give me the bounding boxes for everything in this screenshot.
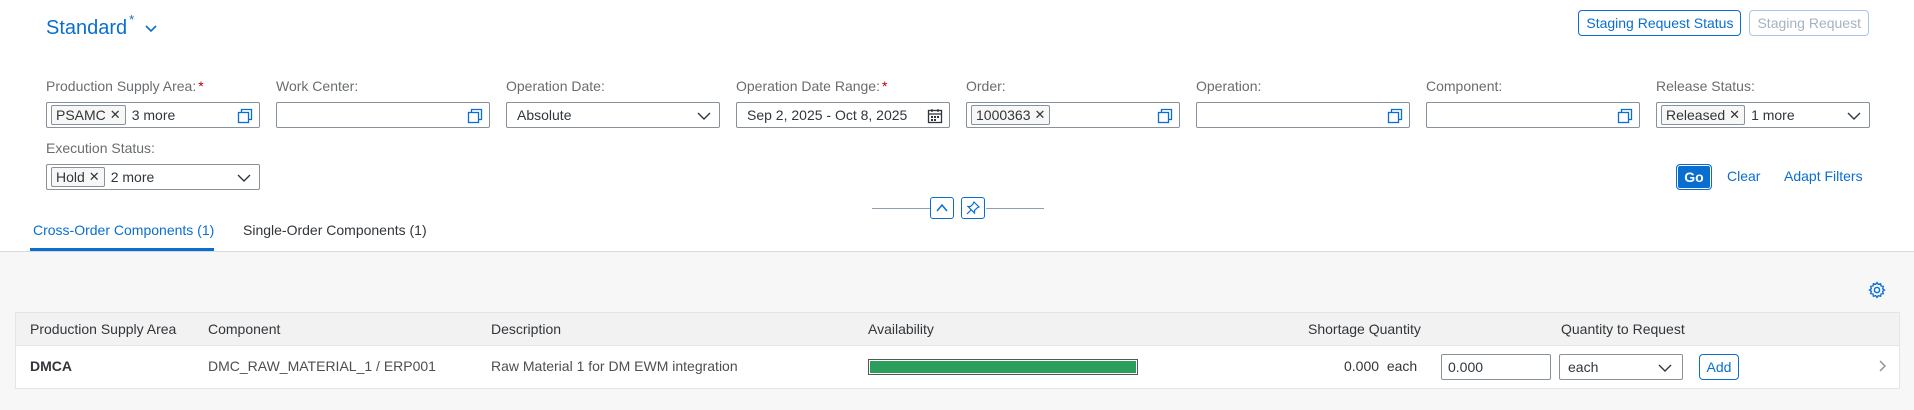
filter-label: Operation: xyxy=(1196,78,1262,94)
close-icon[interactable]: ✕ xyxy=(1035,107,1046,123)
column-header-psa: Production Supply Area xyxy=(30,321,177,337)
filter-label: Production Supply Area: * xyxy=(46,78,204,94)
value-help-icon[interactable] xyxy=(1617,108,1633,124)
value-help-icon[interactable] xyxy=(467,108,483,124)
variant-management[interactable]: Standard * xyxy=(46,12,158,42)
variant-dirty-marker: * xyxy=(129,12,135,27)
release-status-multi-combo[interactable]: Released ✕ 1 more xyxy=(1656,102,1870,128)
more-tokens[interactable]: 3 more xyxy=(132,107,176,123)
filter-component: Component: xyxy=(1426,76,1640,128)
filter-release-status: Release Status: Released ✕ 1 more xyxy=(1656,76,1870,128)
filter-label: Component: xyxy=(1426,78,1503,94)
filter-operation: Operation: xyxy=(1196,76,1410,128)
availability-bar xyxy=(868,359,1138,375)
header-divider-right xyxy=(986,208,1044,209)
filter-operation-date: Operation Date: Absolute xyxy=(506,76,720,128)
gear-icon[interactable] xyxy=(1868,281,1886,299)
operation-input[interactable] xyxy=(1196,102,1410,128)
calendar-icon[interactable] xyxy=(927,108,943,124)
operation-date-range-input[interactable]: Sep 2, 2025 - Oct 8, 2025 xyxy=(736,102,950,128)
add-button[interactable]: Add xyxy=(1699,354,1739,380)
cell-description: Raw Material 1 for DM EWM integration xyxy=(491,358,738,374)
staging-request-status-button[interactable]: Staging Request Status xyxy=(1578,10,1742,36)
filter-work-center: Work Center: xyxy=(276,76,490,128)
chevron-down-icon[interactable] xyxy=(1847,110,1861,122)
collapse-header-button[interactable] xyxy=(930,197,954,219)
column-header-description: Description xyxy=(491,321,562,337)
filter-production-supply-area: Production Supply Area: * PSAMC ✕ 3 more xyxy=(46,76,260,128)
token-hold[interactable]: Hold ✕ xyxy=(51,167,105,187)
operation-date-select[interactable]: Absolute xyxy=(506,102,720,128)
close-icon[interactable]: ✕ xyxy=(89,169,100,185)
filter-label: Release Status: xyxy=(1656,78,1755,94)
table-header: Production Supply Area Component Descrip… xyxy=(16,313,1899,346)
column-header-component: Component xyxy=(208,321,281,337)
unit-of-measure-select[interactable]: each xyxy=(1559,354,1683,380)
pin-icon xyxy=(966,201,980,215)
cell-component: DMC_RAW_MATERIAL_1 / ERP001 xyxy=(208,358,436,374)
adapt-filters-button[interactable]: Adapt Filters xyxy=(1784,168,1863,184)
pin-header-button[interactable] xyxy=(961,197,985,219)
clear-button[interactable]: Clear xyxy=(1727,168,1760,184)
header-divider-left xyxy=(872,208,930,209)
token-released[interactable]: Released ✕ xyxy=(1661,105,1746,125)
more-tokens[interactable]: 2 more xyxy=(111,169,155,185)
column-header-quantity-to-request: Quantity to Request xyxy=(1561,321,1685,337)
filter-execution-status: Execution Status: Hold ✕ 2 more xyxy=(46,138,260,190)
staging-request-button[interactable]: Staging Request xyxy=(1749,10,1869,36)
filter-label: Work Center: xyxy=(276,78,359,94)
chevron-right-icon[interactable] xyxy=(1878,359,1888,373)
filter-operation-date-range: Operation Date Range: * Sep 2, 2025 - Oct… xyxy=(736,76,950,128)
value-help-icon[interactable] xyxy=(1387,108,1403,124)
chevron-down-icon[interactable] xyxy=(237,172,251,184)
filter-label: Operation Date: xyxy=(506,78,605,94)
availability-bar-fill xyxy=(870,361,1136,373)
token-order[interactable]: 1000363 ✕ xyxy=(971,105,1051,125)
chevron-down-icon[interactable] xyxy=(697,110,711,122)
chevron-up-icon xyxy=(936,203,948,212)
table-row[interactable]: DMCA DMC_RAW_MATERIAL_1 / ERP001 Raw Mat… xyxy=(16,346,1899,388)
filter-label: Execution Status: xyxy=(46,140,155,156)
tab-single-order-components[interactable]: Single-Order Components (1) xyxy=(243,222,427,252)
cell-psa: DMCA xyxy=(30,358,72,374)
filter-label: Operation Date Range: * xyxy=(736,78,888,94)
column-header-shortage-quantity: Shortage Quantity xyxy=(1308,321,1421,337)
execution-status-multi-combo[interactable]: Hold ✕ 2 more xyxy=(46,164,260,190)
filter-label: Order: xyxy=(966,78,1006,94)
more-tokens[interactable]: 1 more xyxy=(1751,107,1795,123)
value-help-icon[interactable] xyxy=(1157,108,1173,124)
psa-multi-input[interactable]: PSAMC ✕ 3 more xyxy=(46,102,260,128)
column-header-availability: Availability xyxy=(868,321,934,337)
close-icon[interactable]: ✕ xyxy=(1729,107,1740,123)
order-multi-input[interactable]: 1000363 ✕ xyxy=(966,102,1180,128)
variant-title[interactable]: Standard xyxy=(46,14,127,42)
token-psamc[interactable]: PSAMC ✕ xyxy=(51,105,126,125)
value-help-icon[interactable] xyxy=(237,108,253,124)
component-input[interactable] xyxy=(1426,102,1640,128)
filter-bar-header: Standard * Staging Request Status Stagin… xyxy=(0,0,1914,252)
cell-shortage-quantity: 0.000 each xyxy=(1344,358,1418,374)
top-actions: Staging Request Status Staging Request xyxy=(1578,10,1869,36)
components-table: Production Supply Area Component Descrip… xyxy=(15,312,1900,389)
chevron-down-icon[interactable] xyxy=(144,22,158,36)
close-icon[interactable]: ✕ xyxy=(110,107,121,123)
work-center-input[interactable] xyxy=(276,102,490,128)
filter-order: Order: 1000363 ✕ xyxy=(966,76,1180,128)
go-button[interactable]: Go xyxy=(1676,164,1712,190)
chevron-down-icon[interactable] xyxy=(1658,362,1672,374)
quantity-to-request-input[interactable]: 0.000 xyxy=(1441,354,1551,380)
